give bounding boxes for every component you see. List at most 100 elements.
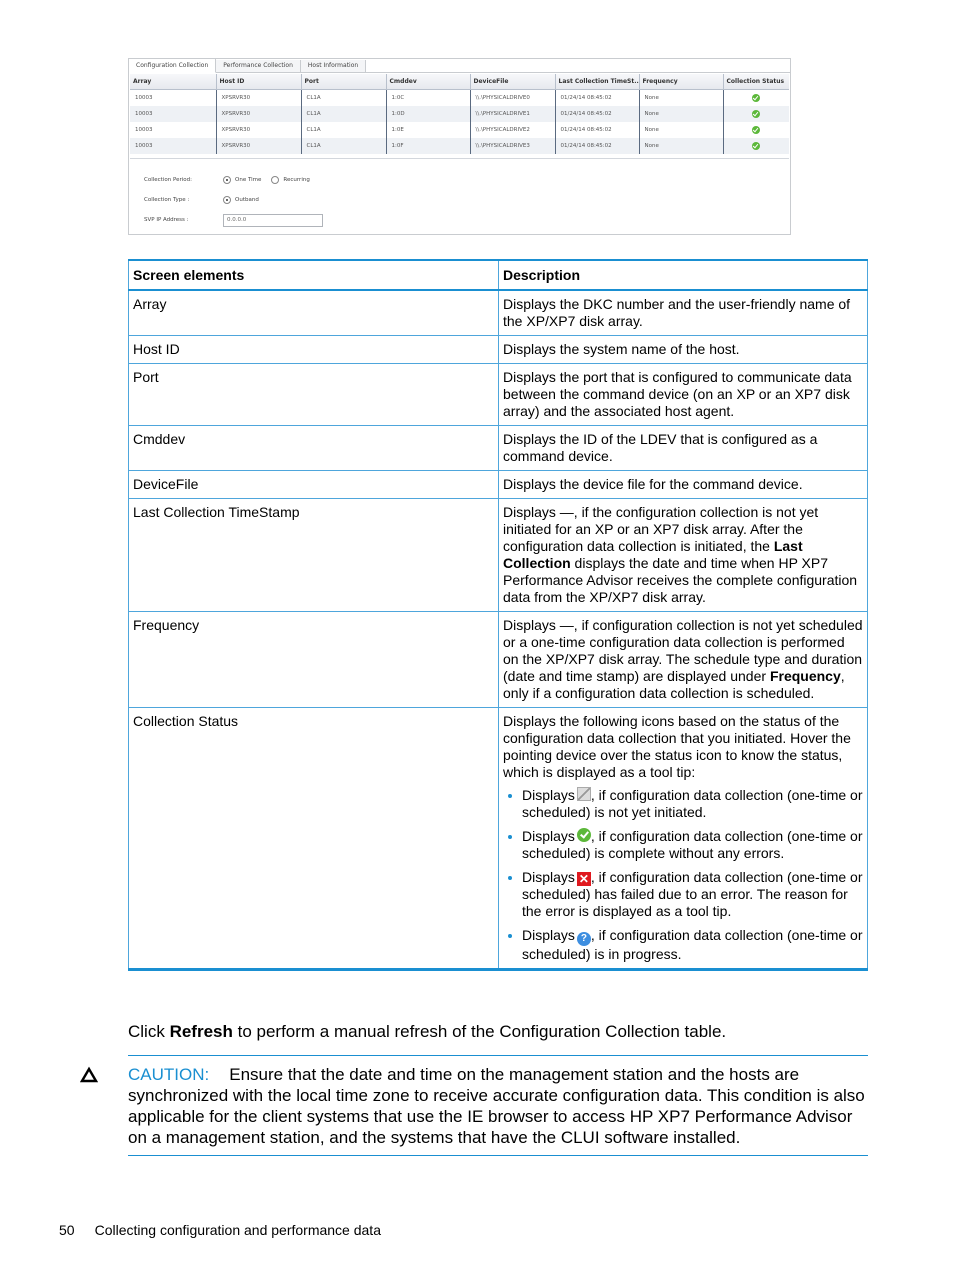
cell-port: CL1A [301, 138, 387, 154]
cell-last-collection: 01/24/14 08:45:02 [555, 138, 640, 154]
caution-text: Ensure that the date and time on the man… [128, 1065, 865, 1147]
bullet-prefix: Displays [522, 828, 575, 844]
element-description: Displays the port that is configured to … [498, 363, 868, 426]
cell-frequency: None [639, 138, 724, 154]
table-row: DeviceFile Displays the device file for … [128, 470, 868, 499]
table-row: Host ID Displays the system name of the … [128, 335, 868, 364]
list-item: Displays, if configuration data collecti… [503, 828, 863, 862]
paragraph-text: to perform a manual refresh of the Confi… [232, 1022, 727, 1041]
element-name: Frequency [128, 611, 499, 708]
check-circle-icon[interactable] [752, 142, 761, 150]
cell-frequency: None [639, 89, 724, 106]
description-text: Displays the following icons based on th… [503, 713, 851, 780]
cell-frequency: None [639, 122, 724, 138]
column-header-devicefile[interactable]: DeviceFile [470, 74, 556, 90]
cell-cmddev: 1:0C [386, 89, 471, 106]
element-name: Port [128, 363, 499, 426]
element-description: Displays the ID of the LDEV that is conf… [498, 425, 868, 471]
collection-type-label: Collection Type : [144, 197, 190, 203]
cell-array: 10003 [130, 106, 217, 122]
bullet-prefix: Displays [522, 927, 575, 943]
table-row: Frequency Displays —, if configuration c… [128, 611, 868, 708]
radio-one-time-label[interactable]: One Time [235, 174, 261, 186]
collection-grid: Array Host ID Port Cmddev DeviceFile Las… [130, 74, 789, 154]
cell-devicefile: \\.\PHYSICALDRIVE1 [470, 106, 556, 122]
cell-last-collection: 01/24/14 08:45:02 [555, 89, 640, 106]
cell-frequency: None [639, 106, 724, 122]
table-row: Cmddev Displays the ID of the LDEV that … [128, 425, 868, 471]
cell-devicefile: \\.\PHYSICALDRIVE2 [470, 122, 556, 138]
list-item: Displays, if configuration data collecti… [503, 787, 863, 821]
cell-collection-status [723, 90, 789, 107]
cell-array: 10003 [130, 89, 217, 106]
cell-cmddev: 1:0F [386, 138, 471, 154]
radio-outband[interactable] [223, 196, 231, 204]
column-header-array[interactable]: Array [130, 74, 217, 90]
check-circle-icon[interactable] [752, 110, 761, 118]
element-name: Array [128, 289, 499, 336]
element-description: Displays the following icons based on th… [498, 707, 868, 971]
bullet-prefix: Displays [522, 869, 575, 885]
table-row: Array Displays the DKC number and the us… [128, 289, 868, 336]
cell-host-id: XPSRVR30 [216, 138, 302, 154]
table-row[interactable]: 10003 XPSRVR30 CL1A 1:0F \\.\PHYSICALDRI… [130, 138, 789, 154]
caution-label: CAUTION: [128, 1065, 210, 1084]
element-name: DeviceFile [128, 470, 499, 499]
element-description: Displays the device file for the command… [498, 470, 868, 499]
page-footer: 50 Collecting configuration and performan… [59, 1222, 381, 1238]
element-description: Displays the DKC number and the user-fri… [498, 289, 868, 336]
radio-recurring-label[interactable]: Recurring [283, 174, 309, 186]
refresh-emphasis: Refresh [169, 1022, 233, 1041]
column-header-cmddev[interactable]: Cmddev [386, 74, 471, 90]
check-circle-icon [576, 828, 591, 842]
table-row[interactable]: 10003 XPSRVR30 CL1A 1:0E \\.\PHYSICALDRI… [130, 122, 789, 138]
description-text: Displays —, if the configuration collect… [503, 504, 819, 554]
tab-performance-collection[interactable]: Performance Collection [216, 60, 301, 72]
column-header-collection-status[interactable]: Collection Status [723, 74, 789, 90]
radio-one-time[interactable] [223, 176, 231, 184]
check-circle-icon[interactable] [752, 126, 761, 134]
pending-icon [576, 787, 591, 801]
element-name: Host ID [128, 335, 499, 364]
column-header-frequency[interactable]: Frequency [639, 74, 724, 90]
svp-ip-input[interactable]: 0.0.0.0 [223, 214, 323, 227]
radio-outband-label[interactable]: Outband [235, 194, 259, 206]
table-row[interactable]: 10003 XPSRVR30 CL1A 1:0C \\.\PHYSICALDRI… [130, 89, 789, 107]
table-row: Port Displays the port that is configure… [128, 363, 868, 426]
column-header-port[interactable]: Port [301, 74, 387, 90]
element-description: Displays —, if the configuration collect… [498, 498, 868, 612]
column-header-last-collection[interactable]: Last Collection TimeSt... [555, 74, 640, 90]
tab-host-information[interactable]: Host Information [300, 60, 367, 72]
list-item: Displays?, if configuration data collect… [503, 927, 863, 963]
radio-recurring[interactable] [271, 176, 280, 184]
refresh-paragraph: Click Refresh to perform a manual refres… [128, 1022, 726, 1042]
cell-collection-status [723, 138, 789, 154]
table-row[interactable]: 10003 XPSRVR30 CL1A 1:0D \\.\PHYSICALDRI… [130, 106, 789, 122]
tab-configuration-collection[interactable]: Configuration Collection [129, 59, 217, 73]
cell-devicefile: \\.\PHYSICALDRIVE3 [470, 138, 556, 154]
check-circle-icon[interactable] [752, 94, 761, 102]
cell-host-id: XPSRVR30 [216, 89, 302, 106]
header-description: Description [498, 259, 868, 291]
element-name: Cmddev [128, 425, 499, 471]
element-name: Collection Status [128, 707, 499, 971]
cell-array: 10003 [130, 138, 217, 154]
cell-port: CL1A [301, 89, 387, 106]
cell-cmddev: 1:0E [386, 122, 471, 138]
svp-ip-label: SVP IP Address : [144, 217, 189, 223]
cell-host-id: XPSRVR30 [216, 106, 302, 122]
table-row: Last Collection TimeStamp Displays —, if… [128, 498, 868, 612]
configuration-collection-screenshot: Configuration Collection Performance Col… [128, 58, 791, 235]
cell-last-collection: 01/24/14 08:45:02 [555, 106, 640, 122]
table-row: Collection Status Displays the following… [128, 707, 868, 971]
error-x-icon: ✕ [576, 872, 591, 886]
bullet-prefix: Displays [522, 787, 575, 803]
element-description: Displays —, if configuration collection … [498, 611, 868, 708]
column-header-host-id[interactable]: Host ID [216, 74, 302, 90]
caution-triangle-icon [80, 1066, 98, 1083]
grid-header-row: Array Host ID Port Cmddev DeviceFile Las… [130, 74, 789, 90]
status-icon-list: Displays, if configuration data collecti… [503, 787, 863, 963]
cell-devicefile: \\.\PHYSICALDRIVE0 [470, 89, 556, 106]
cell-port: CL1A [301, 106, 387, 122]
cell-array: 10003 [130, 122, 217, 138]
